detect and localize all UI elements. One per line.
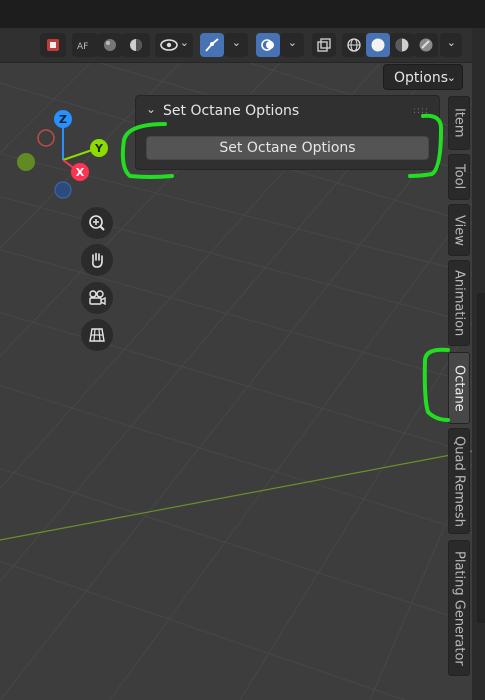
gizmo-dropdown-icon[interactable]: ⌄: [224, 33, 248, 57]
tab-plating-generator[interactable]: Plating Generator: [448, 540, 470, 676]
svg-text:AF: AF: [77, 42, 88, 52]
visibility-eye-icon[interactable]: ⌄: [155, 33, 193, 57]
pan-hand-icon[interactable]: [81, 244, 113, 276]
gizmo-toggle-icon[interactable]: [200, 33, 224, 57]
overlays-toggle-icon[interactable]: [256, 33, 280, 57]
options-dropdown[interactable]: Options ⌄: [383, 64, 463, 90]
navigation-gizmo[interactable]: Z Y X: [10, 108, 130, 208]
tab-item[interactable]: Item: [448, 96, 470, 150]
tab-quad-remesh[interactable]: Quad Remesh: [448, 428, 470, 534]
tab-tool[interactable]: Tool: [448, 154, 470, 200]
drag-handle-icon[interactable]: ::::: [413, 106, 429, 116]
z-axis-label: Z: [59, 113, 67, 126]
neg-z-axis-icon: [54, 181, 72, 199]
panel-title: Set Octane Options: [163, 103, 300, 119]
tab-octane[interactable]: Octane: [448, 352, 470, 424]
shading-dropdown-icon[interactable]: ⌄: [440, 33, 462, 57]
material-preview-shading-icon[interactable]: [390, 33, 414, 57]
tab-animation[interactable]: Animation: [448, 260, 470, 346]
material-sphere-icon[interactable]: [98, 33, 122, 57]
neg-y-axis-icon: [17, 153, 35, 171]
solid-shading-icon[interactable]: [366, 33, 390, 57]
right-region-edge: [472, 28, 485, 700]
zoom-icon[interactable]: [81, 207, 113, 239]
shading-sphere-icon[interactable]: [122, 33, 150, 57]
chevron-down-icon[interactable]: ⌄: [146, 102, 156, 116]
render-icon[interactable]: [40, 33, 66, 57]
tab-view[interactable]: View: [448, 204, 470, 256]
set-octane-options-panel: ⌄ Set Octane Options :::: Set Octane Opt…: [135, 95, 440, 170]
af-icon[interactable]: AF: [72, 33, 98, 57]
camera-view-icon[interactable]: [81, 282, 113, 314]
x-axis-label: X: [76, 166, 85, 179]
viewport-header: AF ⌄ ⌄ ⌄ ⌄: [0, 28, 472, 63]
overlays-dropdown-icon[interactable]: ⌄: [280, 33, 304, 57]
top-bar: [0, 0, 485, 28]
orthographic-grid-icon[interactable]: [81, 319, 113, 351]
set-octane-options-button[interactable]: Set Octane Options: [146, 136, 429, 160]
rendered-shading-icon[interactable]: [414, 33, 438, 57]
xray-toggle-icon[interactable]: [312, 33, 336, 57]
options-label: Options: [394, 70, 449, 86]
neg-x-axis-icon: [37, 129, 55, 147]
chevron-down-icon: ⌄: [446, 71, 456, 84]
y-axis-label: Y: [94, 142, 104, 155]
wireframe-shading-icon[interactable]: [342, 33, 366, 57]
panel-header[interactable]: ⌄ Set Octane Options ::::: [136, 96, 439, 124]
